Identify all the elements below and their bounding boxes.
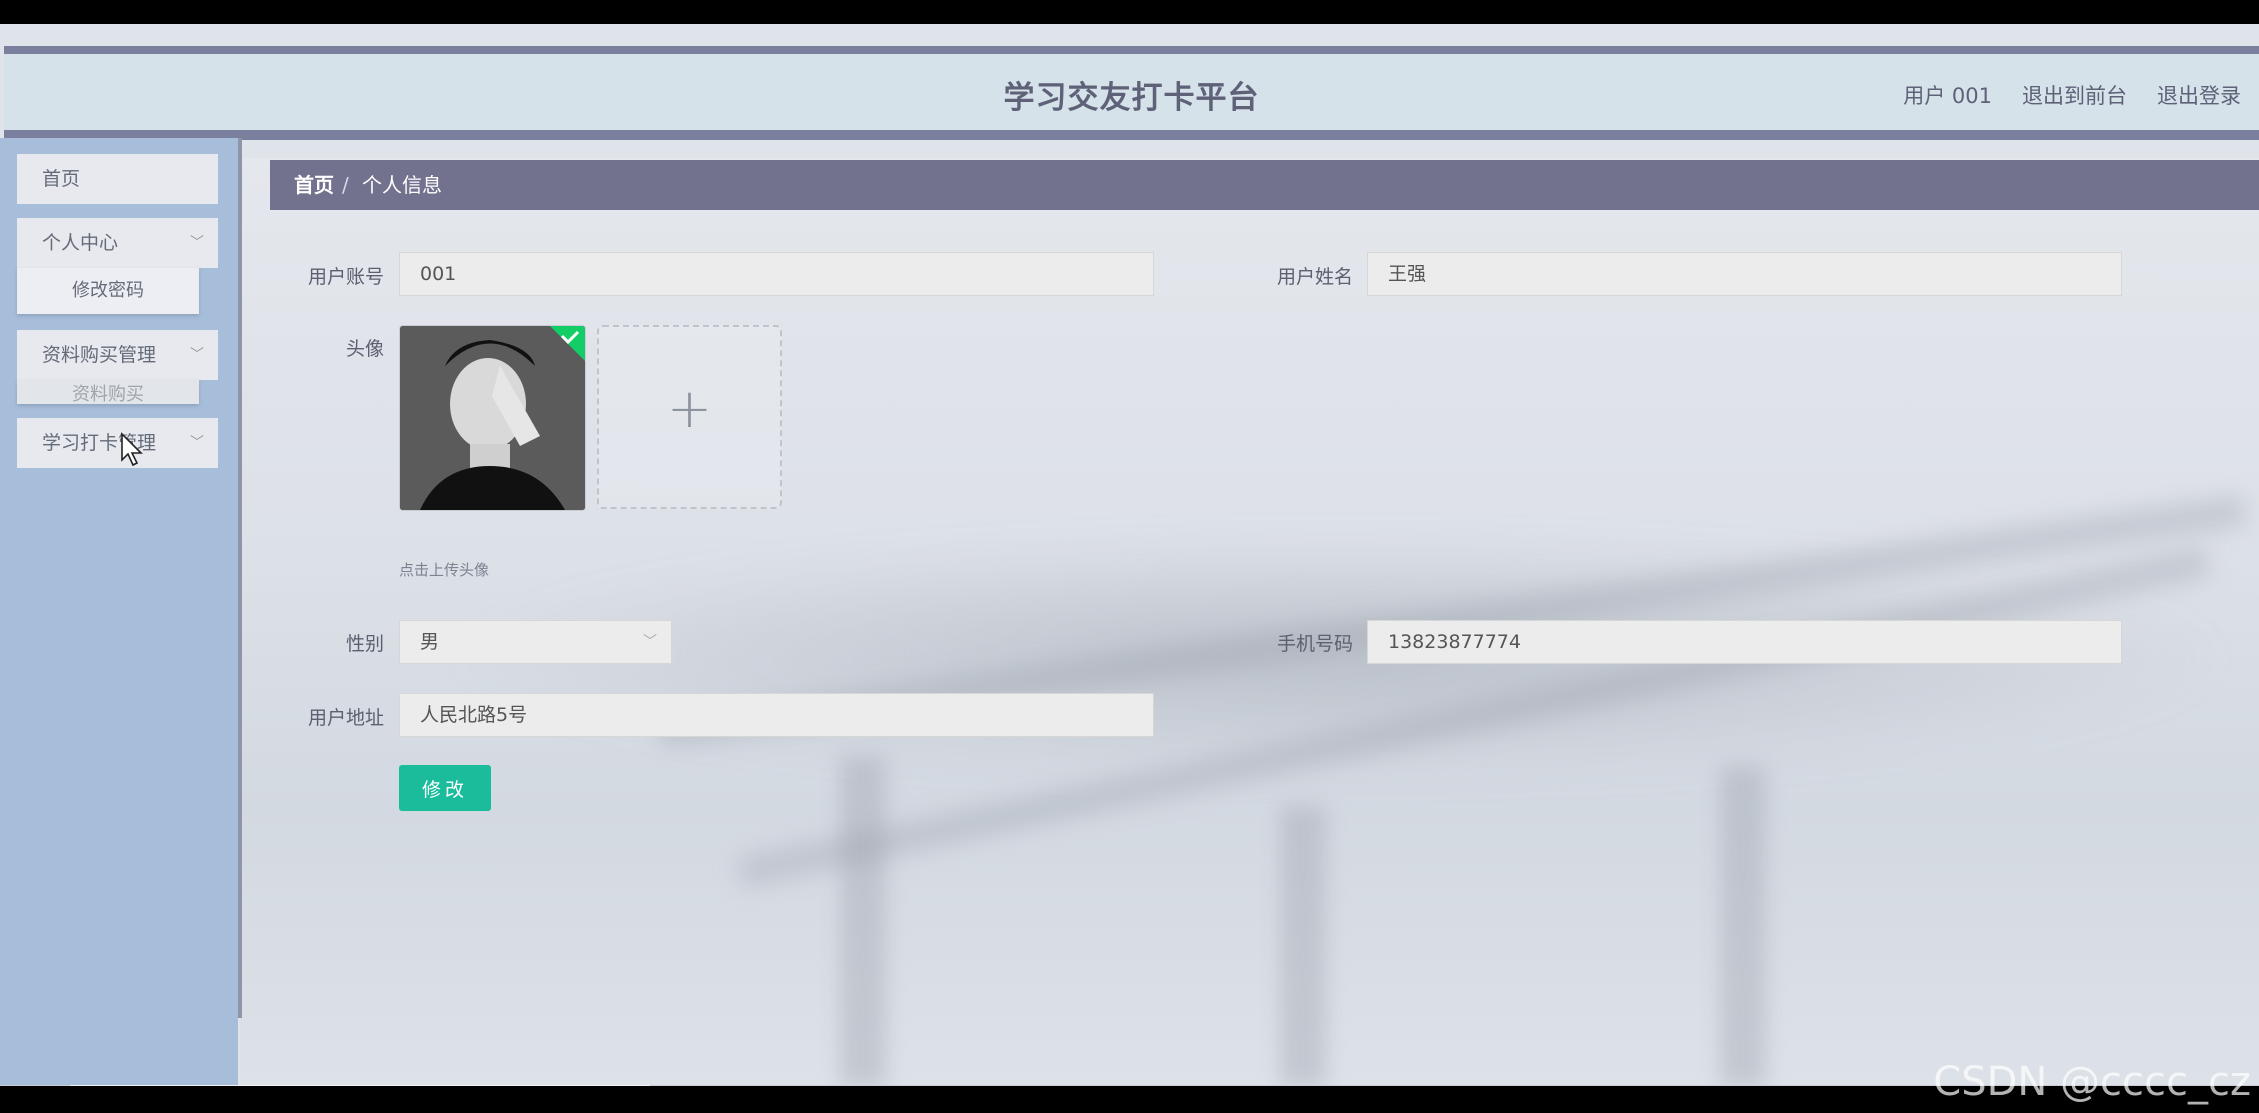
mouse-cursor-icon: [121, 432, 143, 467]
avatar-upload-hint: 点击上传头像: [399, 561, 490, 579]
avatar-label: 头像: [345, 338, 384, 360]
sidebar-item-study-checkin-mgmt[interactable]: 学习打卡管理 ﹀: [17, 418, 218, 468]
phone-input[interactable]: 13823877774: [1367, 620, 2122, 664]
address-input[interactable]: 人民北路5号: [399, 693, 1154, 737]
sidebar-item-label: 资料购买管理: [42, 344, 157, 366]
sidebar-item-home[interactable]: 首页: [17, 154, 218, 204]
sidebar-item-material-purchase-mgmt[interactable]: 资料购买管理 ﹀: [17, 330, 218, 380]
portrait-photo: [400, 326, 585, 510]
breadcrumb-home[interactable]: 首页: [294, 160, 334, 210]
plus-icon: +: [666, 377, 713, 440]
current-user-label[interactable]: 用户 001: [1903, 80, 1992, 110]
sidebar-subitem-material-purchase[interactable]: 资料购买: [17, 380, 199, 404]
chevron-down-icon: ﹀: [643, 634, 657, 650]
gender-select[interactable]: 男 ﹀: [399, 620, 672, 664]
breadcrumb: 首页 / 个人信息: [270, 160, 2259, 210]
gender-selected-value: 男: [420, 631, 440, 653]
breadcrumb-separator: /: [342, 173, 349, 197]
account-input[interactable]: 001: [399, 252, 1154, 296]
watermark-text: CSDN @cccc_cz: [1933, 1059, 2251, 1105]
logout-link[interactable]: 退出登录: [2157, 80, 2241, 110]
avatar-upload-button[interactable]: +: [597, 325, 782, 509]
sidebar-subitem-label: 资料购买: [72, 384, 144, 404]
modify-button[interactable]: 修改: [399, 765, 491, 811]
account-label: 用户账号: [307, 266, 384, 288]
name-input[interactable]: 王强: [1367, 252, 2122, 296]
sidebar-divider: [238, 138, 242, 1018]
chevron-down-icon: ﹀: [190, 435, 204, 451]
chevron-down-icon: ﹀: [190, 235, 204, 251]
sidebar-subitem-change-password[interactable]: 修改密码: [17, 268, 199, 314]
address-label: 用户地址: [307, 707, 384, 729]
phone-label: 手机号码: [1276, 633, 1353, 655]
breadcrumb-current: 个人信息: [362, 173, 442, 197]
avatar-image[interactable]: [399, 325, 586, 511]
name-label: 用户姓名: [1276, 266, 1353, 288]
sidebar-item-personal-center[interactable]: 个人中心 ﹀: [17, 218, 218, 268]
top-header: 学习交友打卡平台 用户 001 退出到前台 退出登录: [4, 46, 2259, 140]
exit-to-front-link[interactable]: 退出到前台: [2022, 80, 2127, 110]
sidebar-item-label: 个人中心: [42, 232, 119, 254]
header-links: 用户 001 退出到前台 退出登录: [1903, 80, 2241, 110]
chevron-down-icon: ﹀: [190, 347, 204, 363]
horizontal-scrollbar[interactable]: [0, 1085, 2259, 1086]
sidebar-item-label: 首页: [42, 168, 81, 190]
app-window: 学习交友打卡平台 用户 001 退出到前台 退出登录 首页 个人中心 ﹀ 修改密…: [0, 24, 2259, 1086]
scrollbar-thumb[interactable]: [70, 1085, 650, 1086]
gender-label: 性别: [345, 633, 384, 655]
sidebar-subitem-label: 修改密码: [72, 280, 144, 301]
